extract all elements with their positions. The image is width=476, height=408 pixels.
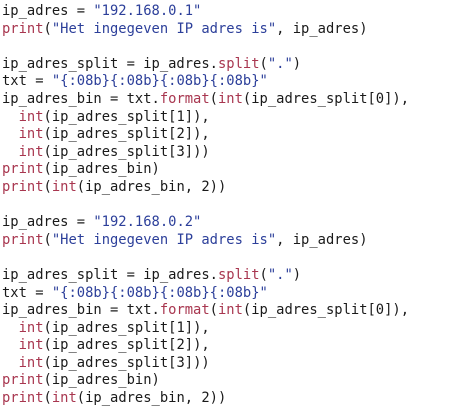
code-line: int(ip_adres_split[3])) <box>2 144 474 162</box>
code-token-kw: int <box>18 108 44 125</box>
code-token-kw: print <box>2 372 44 389</box>
code-line: print(int(ip_adres_bin, 2)) <box>2 390 474 408</box>
code-token-plain: ( <box>209 90 218 107</box>
code-line: ip_adres_split = ip_adres.split(".") <box>2 56 474 74</box>
code-token-plain: ( <box>43 20 52 37</box>
code-token-plain: (ip_adres_split[2]), <box>43 126 210 143</box>
code-token-plain: (ip_adres_bin) <box>43 372 160 389</box>
code-token-plain: (ip_adres_split[2]), <box>43 337 210 354</box>
code-token-str: "{:08b}{:08b}{:08b}{:08b}" <box>51 284 268 301</box>
code-line: print(int(ip_adres_bin, 2)) <box>2 179 474 197</box>
code-token-fn: format <box>159 90 210 107</box>
code-token-str: "192.168.0.2" <box>93 214 202 231</box>
code-token-plain: ip_adres_split = ip_adres. <box>2 55 218 72</box>
code-token-plain: (ip_adres_split[0]), <box>242 302 410 319</box>
code-token-plain: (ip_adres_split[1]), <box>43 319 210 336</box>
code-token-plain: , ip_adres) <box>276 231 368 248</box>
code-token-plain: ip_adres_split = ip_adres. <box>2 266 218 283</box>
code-token-kw: int <box>217 302 243 319</box>
code-token-plain: ip_adres_bin = txt. <box>2 90 160 107</box>
code-line: int(ip_adres_split[2]), <box>2 126 474 144</box>
code-token-kw: int <box>18 143 44 160</box>
code-token-plain: ( <box>259 55 268 72</box>
code-token-kw: print <box>2 20 44 37</box>
code-token-plain: ( <box>43 390 52 407</box>
code-token-kw: int <box>51 390 77 407</box>
code-token-kw: int <box>18 126 44 143</box>
code-token-kw: int <box>18 354 44 371</box>
code-token-fn: format <box>159 302 210 319</box>
code-token-plain: txt = <box>2 73 52 90</box>
code-line: print(ip_adres_bin) <box>2 161 474 179</box>
code-line: print("Het ingegeven IP adres is", ip_ad… <box>2 21 474 39</box>
code-token-str: "192.168.0.1" <box>93 3 202 19</box>
code-token-plain: ( <box>259 266 268 283</box>
code-token-str: "." <box>267 266 293 283</box>
code-token-plain: (ip_adres_split[3])) <box>43 354 210 371</box>
code-token-plain: , ip_adres) <box>276 20 368 37</box>
code-token-plain: ip_adres_bin = txt. <box>2 302 160 319</box>
code-token-kw: print <box>2 161 44 178</box>
code-token-plain: ) <box>292 55 302 72</box>
code-token-plain: (ip_adres_bin, 2)) <box>76 178 227 195</box>
code-line: print("Het ingegeven IP adres is", ip_ad… <box>2 232 474 250</box>
code-line: print(ip_adres_bin) <box>2 372 474 390</box>
code-line: int(ip_adres_split[3])) <box>2 355 474 373</box>
code-token-plain: ( <box>43 178 52 195</box>
code-token-kw: int <box>18 337 44 354</box>
code-token-fn: split <box>217 55 260 72</box>
code-line: ip_adres = "192.168.0.1" <box>2 3 474 21</box>
code-token-str: "Het ingegeven IP adres is" <box>51 20 277 37</box>
code-token-kw: print <box>2 178 44 195</box>
code-token-plain: ( <box>43 231 52 248</box>
code-token-plain: (ip_adres_split[0]), <box>242 90 410 107</box>
code-token-plain: (ip_adres_bin, 2)) <box>76 390 227 407</box>
code-line: int(ip_adres_split[1]), <box>2 109 474 127</box>
code-token-str: "Het ingegeven IP adres is" <box>51 231 277 248</box>
code-token-plain: ( <box>209 302 218 319</box>
code-line: int(ip_adres_split[2]), <box>2 337 474 355</box>
code-line: txt = "{:08b}{:08b}{:08b}{:08b}" <box>2 285 474 303</box>
code-editor[interactable]: ip_adres = "192.168.0.1" print("Het ingeg… <box>2 3 474 408</box>
code-line: ip_adres_split = ip_adres.split(".") <box>2 267 474 285</box>
code-token-plain: (ip_adres_split[1]), <box>43 108 210 125</box>
code-token-kw: int <box>51 178 77 195</box>
code-token-kw: int <box>217 90 243 107</box>
code-token-plain: ) <box>292 266 302 283</box>
code-token-plain: (ip_adres_split[3])) <box>43 143 210 160</box>
code-line: int(ip_adres_split[1]), <box>2 320 474 338</box>
code-token-str: "." <box>267 55 293 72</box>
code-token-str: "{:08b}{:08b}{:08b}{:08b}" <box>51 73 268 90</box>
code-token-kw: print <box>2 231 44 248</box>
code-token-plain: ip_adres = <box>2 3 94 19</box>
code-token-plain: ip_adres = <box>2 214 94 231</box>
code-line: ip_adres_bin = txt.format(int(ip_adres_s… <box>2 91 474 109</box>
code-line: txt = "{:08b}{:08b}{:08b}{:08b}" <box>2 73 474 91</box>
code-token-plain: txt = <box>2 284 52 301</box>
code-line: ip_adres_bin = txt.format(int(ip_adres_s… <box>2 302 474 320</box>
code-token-plain: (ip_adres_bin) <box>43 161 160 178</box>
code-token-kw: print <box>2 390 44 407</box>
code-token-fn: split <box>217 266 260 283</box>
code-token-kw: int <box>18 319 44 336</box>
code-line: ip_adres = "192.168.0.2" <box>2 214 474 232</box>
